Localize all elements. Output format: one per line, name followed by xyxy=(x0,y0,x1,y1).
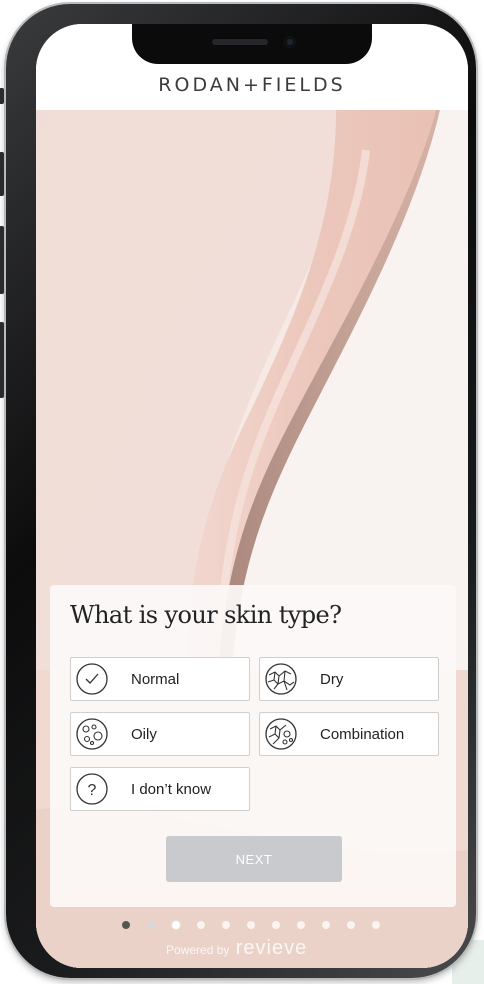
page-dot[interactable] xyxy=(222,921,230,929)
option-label: Oily xyxy=(131,726,157,743)
page-dot[interactable] xyxy=(372,921,380,929)
brand-logo: RODAN+FIELDS xyxy=(158,74,346,96)
page-dot[interactable] xyxy=(297,921,305,929)
option-dry[interactable]: Dry xyxy=(259,657,439,701)
option-label: Normal xyxy=(131,671,180,688)
option-label: I don’t know xyxy=(131,781,212,798)
page-dot[interactable] xyxy=(197,921,205,929)
check-circle-icon xyxy=(76,663,108,695)
oily-skin-icon xyxy=(76,718,108,750)
dry-skin-icon xyxy=(265,663,297,695)
question-title: What is your skin type? xyxy=(70,601,342,629)
page-dot[interactable] xyxy=(147,921,155,929)
volume-down-button xyxy=(0,226,4,294)
option-label: Dry xyxy=(320,671,344,688)
page-dot[interactable] xyxy=(122,921,130,929)
powered-by: Powered by revieve xyxy=(166,937,307,960)
power-button xyxy=(0,322,4,398)
page-dot[interactable] xyxy=(247,921,255,929)
option-normal[interactable]: Normal xyxy=(70,657,250,701)
page-dot[interactable] xyxy=(322,921,330,929)
combination-skin-icon xyxy=(265,718,297,750)
powered-by-text: Powered by xyxy=(166,943,230,957)
speaker-grille xyxy=(212,39,268,45)
svg-text:?: ? xyxy=(88,782,97,799)
phone-screen: RODAN+FIELDS What is your skin type? Nor… xyxy=(36,24,468,968)
option-oily[interactable]: Oily xyxy=(70,712,250,756)
camera-icon xyxy=(284,36,296,48)
option-combination[interactable]: Combination xyxy=(259,712,439,756)
question-card: What is your skin type? Normal Dry Oily … xyxy=(50,585,456,907)
question-circle-icon: ? xyxy=(76,773,108,805)
notch xyxy=(132,24,372,64)
page-dot-current[interactable] xyxy=(172,921,180,929)
next-button[interactable]: NEXT xyxy=(166,836,342,882)
page-dot[interactable] xyxy=(347,921,355,929)
phone-frame: RODAN+FIELDS What is your skin type? Nor… xyxy=(0,4,476,978)
option-label: Combination xyxy=(320,726,405,743)
option-i-dont-know[interactable]: ? I don’t know xyxy=(70,767,250,811)
page-dot[interactable] xyxy=(272,921,280,929)
mute-switch xyxy=(0,88,4,104)
volume-up-button xyxy=(0,152,4,196)
revieve-logo: revieve xyxy=(235,937,308,959)
